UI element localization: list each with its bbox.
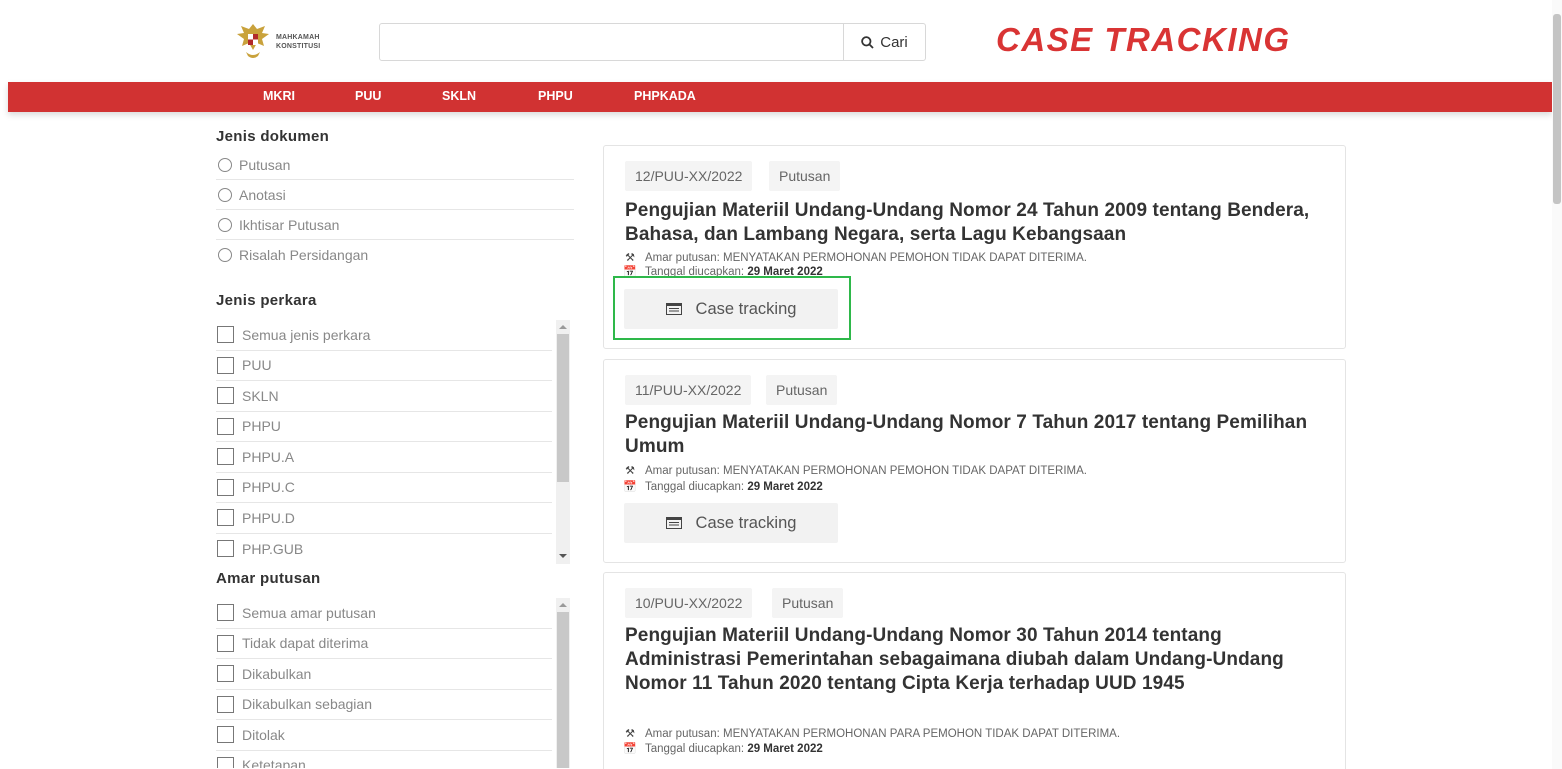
radio-option-ikhtisar-putusan[interactable]: Ikhtisar Putusan <box>216 210 574 240</box>
scroll-up-arrow-icon[interactable] <box>559 603 567 607</box>
checkbox-icon <box>217 387 234 405</box>
result-card: 12/PUU-XX/2022 Putusan Pengujian Materii… <box>603 145 1346 349</box>
calendar-icon: 📅 <box>623 743 637 755</box>
search-button[interactable]: Cari <box>843 24 925 60</box>
site-header: MAHKAMAH KONSTITUSI Cari CASE TRACKING <box>0 0 1562 82</box>
search-icon <box>861 35 874 49</box>
jenis-perkara-scrollbar[interactable] <box>556 320 570 564</box>
checkbox-semua-amar-putusan[interactable]: Semua amar putusan <box>216 598 552 629</box>
radio-option-putusan[interactable]: Putusan <box>216 150 574 180</box>
search-bar: Cari <box>379 23 926 61</box>
checkbox-icon <box>217 540 234 558</box>
nav-item-phpkada[interactable]: PHPKADA <box>634 89 696 103</box>
main-nav: MKRI PUU SKLN PHPU PHPKADA <box>8 82 1552 112</box>
amar-putusan-meta: ⚒ Amar putusan: MENYATAKAN PERMOHONAN PE… <box>625 465 1087 477</box>
case-number-badge: 10/PUU-XX/2022 <box>625 588 753 618</box>
checkbox-phpu[interactable]: PHPU <box>216 412 552 442</box>
calendar-icon: 📅 <box>623 481 637 493</box>
checkbox-phpu-d[interactable]: PHPU.D <box>216 503 552 534</box>
checkbox-dikabulkan-sebagian[interactable]: Dikabulkan sebagian <box>216 690 552 720</box>
amar-putusan-list: Semua amar putusan Tidak dapat diterima … <box>216 598 574 768</box>
checkbox-icon <box>217 604 234 622</box>
jenis-dokumen-options: Putusan Anotasi Ikhtisar Putusan Risalah… <box>216 150 574 270</box>
checkbox-icon <box>217 756 234 768</box>
radio-icon <box>218 248 232 262</box>
page-brand-title: CASE TRACKING <box>996 21 1291 58</box>
checkbox-icon <box>217 417 234 435</box>
case-title[interactable]: Pengujian Materiil Undang-Undang Nomor 2… <box>625 199 1325 247</box>
checkbox-skln[interactable]: SKLN <box>216 381 552 412</box>
checkbox-icon <box>217 509 234 527</box>
nav-item-skln[interactable]: SKLN <box>442 89 476 103</box>
case-number-badge: 12/PUU-XX/2022 <box>625 161 753 191</box>
nav-item-phpu[interactable]: PHPU <box>538 89 573 103</box>
tanggal-meta: 📅 Tanggal diucapkan: 29 Maret 2022 <box>623 743 823 755</box>
doc-type-badge: Putusan <box>766 375 838 405</box>
checkbox-icon <box>217 634 234 652</box>
checkbox-icon <box>217 448 234 466</box>
page-scrollbar[interactable] <box>1552 0 1562 769</box>
checkbox-semua-jenis-perkara[interactable]: Semua jenis perkara <box>216 320 552 351</box>
checkbox-puu[interactable]: PUU <box>216 351 552 381</box>
checkbox-tidak-dapat-diterima[interactable]: Tidak dapat diterima <box>216 629 552 659</box>
jenis-perkara-title: Jenis perkara <box>216 292 317 309</box>
amar-putusan-scrollbar[interactable] <box>556 598 570 768</box>
garuda-emblem-icon <box>236 20 270 64</box>
checkbox-dikabulkan[interactable]: Dikabulkan <box>216 659 552 690</box>
list-icon <box>665 517 682 529</box>
nav-item-mkri[interactable]: MKRI <box>263 89 295 103</box>
checkbox-icon <box>217 726 234 744</box>
page-scrollbar-thumb[interactable] <box>1553 14 1561 204</box>
radio-icon <box>218 187 232 202</box>
scroll-down-arrow-icon[interactable] <box>559 554 567 558</box>
amar-putusan-title: Amar putusan <box>216 570 321 587</box>
checkbox-phpu-c[interactable]: PHPU.C <box>216 473 552 503</box>
result-card: 11/PUU-XX/2022 Putusan Pengujian Materii… <box>603 359 1346 563</box>
search-button-label: Cari <box>880 33 908 51</box>
jenis-perkara-list: Semua jenis perkara PUU SKLN PHPU PHPU.A… <box>216 320 574 564</box>
checkbox-php-gub[interactable]: PHP.GUB <box>216 534 552 565</box>
logo-text: MAHKAMAH KONSTITUSI <box>276 34 321 50</box>
jenis-dokumen-title: Jenis dokumen <box>216 128 330 145</box>
checkbox-ketetapan[interactable]: Ketetapan <box>216 751 552 768</box>
case-title[interactable]: Pengujian Materiil Undang-Undang Nomor 7… <box>625 411 1325 459</box>
case-tracking-button[interactable]: Case tracking <box>624 503 838 543</box>
result-card: 10/PUU-XX/2022 Putusan Pengujian Materii… <box>603 572 1346 769</box>
doc-type-badge: Putusan <box>772 588 844 618</box>
checkbox-ditolak[interactable]: Ditolak <box>216 720 552 751</box>
case-tracking-button[interactable]: Case tracking <box>624 289 838 329</box>
radio-option-anotasi[interactable]: Anotasi <box>216 180 574 210</box>
tanggal-meta: 📅 Tanggal diucapkan: 29 Maret 2022 <box>623 481 823 493</box>
tanggal-meta: 📅 Tanggal diucapkan: 29 Maret 2022 <box>623 266 823 278</box>
mk-logo[interactable]: MAHKAMAH KONSTITUSI <box>236 18 366 66</box>
case-title[interactable]: Pengujian Materiil Undang-Undang Nomor 3… <box>625 624 1325 696</box>
case-number-badge: 11/PUU-XX/2022 <box>625 375 752 405</box>
radio-icon <box>218 157 232 172</box>
gavel-icon: ⚒ <box>625 728 635 740</box>
checkbox-icon <box>217 478 234 496</box>
checkbox-icon <box>217 665 234 683</box>
amar-putusan-meta: ⚒ Amar putusan: MENYATAKAN PERMOHONAN PE… <box>625 252 1087 264</box>
checkbox-icon <box>217 695 234 713</box>
checkbox-icon <box>217 356 234 374</box>
gavel-icon: ⚒ <box>625 465 635 477</box>
search-input[interactable] <box>380 24 843 60</box>
scroll-up-arrow-icon[interactable] <box>559 325 567 329</box>
scrollbar-thumb[interactable] <box>557 612 569 768</box>
calendar-icon: 📅 <box>623 266 637 278</box>
doc-type-badge: Putusan <box>769 161 841 191</box>
checkbox-phpu-a[interactable]: PHPU.A <box>216 442 552 473</box>
scrollbar-thumb[interactable] <box>557 334 569 482</box>
checkbox-icon <box>217 326 234 344</box>
gavel-icon: ⚒ <box>625 252 635 264</box>
radio-option-risalah-persidangan[interactable]: Risalah Persidangan <box>216 240 574 270</box>
amar-putusan-meta: ⚒ Amar putusan: MENYATAKAN PERMOHONAN PA… <box>625 728 1121 740</box>
nav-item-puu[interactable]: PUU <box>355 89 381 103</box>
filter-sidebar: Jenis dokumen Putusan Anotasi Ikhtisar P… <box>216 128 574 768</box>
list-icon <box>665 303 682 315</box>
radio-icon <box>218 217 232 232</box>
